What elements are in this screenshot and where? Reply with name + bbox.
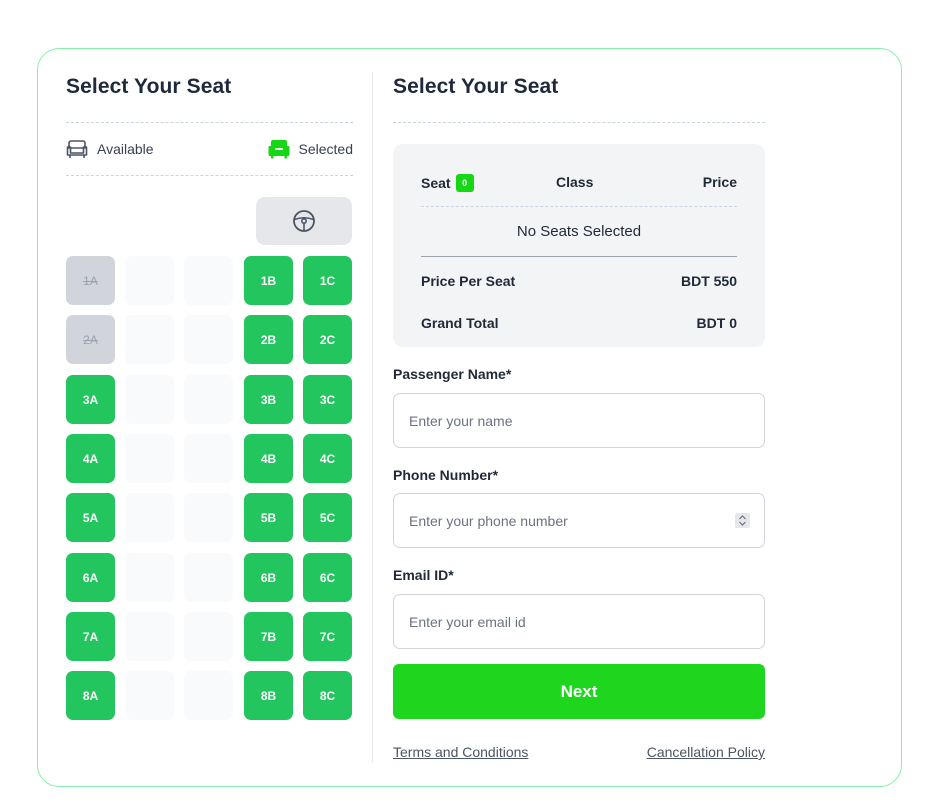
panel-divider — [372, 72, 373, 762]
next-button[interactable]: Next — [393, 664, 765, 719]
terms-link[interactable]: Terms and Conditions — [393, 744, 528, 760]
class-column-header: Class — [556, 174, 594, 190]
steering-wheel-icon — [293, 210, 315, 232]
seat-legend: Available Selected — [66, 136, 353, 162]
seat-gap — [125, 553, 174, 602]
seat-column-header: Seat 0 — [421, 174, 474, 192]
seat-2c[interactable]: 2C — [303, 315, 352, 364]
grand-total-row: Grand Total BDT 0 — [421, 315, 737, 333]
email-label: Email ID* — [393, 567, 454, 583]
summary-divider-dashed — [421, 206, 737, 207]
seat-8c[interactable]: 8C — [303, 671, 352, 720]
seat-map-title: Select Your Seat — [66, 75, 232, 98]
seat-8a[interactable]: 8A — [66, 671, 115, 720]
summary-header: Seat 0 Class Price — [421, 172, 737, 192]
legend-selected-label: Selected — [298, 141, 353, 157]
seat-gap — [125, 612, 174, 661]
divider-dashed — [393, 122, 765, 123]
seat-4b[interactable]: 4B — [244, 434, 293, 483]
cancellation-policy-link[interactable]: Cancellation Policy — [647, 744, 765, 760]
seat-gap — [125, 256, 174, 305]
seat-6b[interactable]: 6B — [244, 553, 293, 602]
seat-7a[interactable]: 7A — [66, 612, 115, 661]
seat-gap — [125, 671, 174, 720]
seat-gap — [184, 256, 233, 305]
grand-total-value: BDT 0 — [696, 315, 737, 331]
seat-1a-booked: 1A — [66, 256, 115, 305]
phone-number-field — [393, 493, 765, 548]
seat-gap — [184, 612, 233, 661]
grand-total-label: Grand Total — [421, 315, 499, 331]
divider-dashed — [66, 122, 353, 123]
price-per-seat-label: Price Per Seat — [421, 273, 516, 289]
seat-gap — [184, 671, 233, 720]
seat-6a[interactable]: 6A — [66, 553, 115, 602]
seat-count-badge: 0 — [455, 174, 474, 192]
passenger-name-label: Passenger Name* — [393, 366, 512, 382]
divider-dashed — [66, 175, 353, 176]
seat-gap — [125, 493, 174, 542]
seat-7b[interactable]: 7B — [244, 612, 293, 661]
phone-number-label: Phone Number* — [393, 467, 499, 483]
passenger-name-input[interactable] — [393, 393, 765, 448]
armchair-outline-icon — [66, 140, 88, 158]
seat-4a[interactable]: 4A — [66, 434, 115, 483]
seat-8b[interactable]: 8B — [244, 671, 293, 720]
seat-header-label: Seat — [421, 175, 451, 191]
price-per-seat-row: Price Per Seat BDT 550 — [421, 273, 737, 291]
seat-gap — [184, 434, 233, 483]
summary-divider — [421, 256, 737, 257]
selection-summary: Seat 0 Class Price No Seats Selected Pri… — [393, 144, 765, 347]
legend-available: Available — [66, 136, 154, 162]
seat-3c[interactable]: 3C — [303, 375, 352, 424]
seat-2b[interactable]: 2B — [244, 315, 293, 364]
seat-6c[interactable]: 6C — [303, 553, 352, 602]
spinner-arrows-icon[interactable] — [735, 513, 750, 528]
seat-3b[interactable]: 3B — [244, 375, 293, 424]
seat-1c[interactable]: 1C — [303, 256, 352, 305]
legend-selected: Selected — [268, 136, 353, 162]
seat-5c[interactable]: 5C — [303, 493, 352, 542]
booking-title: Select Your Seat — [393, 75, 559, 98]
driver-seat — [256, 197, 352, 245]
armchair-filled-icon — [268, 140, 290, 159]
seat-gap — [125, 375, 174, 424]
seat-4c[interactable]: 4C — [303, 434, 352, 483]
email-input[interactable] — [393, 594, 765, 649]
seat-gap — [125, 315, 174, 364]
legend-available-label: Available — [97, 141, 154, 157]
seat-5b[interactable]: 5B — [244, 493, 293, 542]
seat-gap — [125, 434, 174, 483]
seat-gap — [184, 493, 233, 542]
price-column-header: Price — [702, 174, 737, 190]
phone-number-input[interactable] — [393, 493, 765, 548]
seat-7c[interactable]: 7C — [303, 612, 352, 661]
seat-2a-booked: 2A — [66, 315, 115, 364]
seat-gap — [184, 375, 233, 424]
seat-3a[interactable]: 3A — [66, 375, 115, 424]
seat-gap — [184, 553, 233, 602]
seat-gap — [184, 315, 233, 364]
no-seats-message: No Seats Selected — [516, 223, 642, 240]
price-per-seat-value: BDT 550 — [680, 273, 737, 289]
seat-1b[interactable]: 1B — [244, 256, 293, 305]
stepper-arrows-glyph — [739, 515, 746, 526]
seat-5a[interactable]: 5A — [66, 493, 115, 542]
